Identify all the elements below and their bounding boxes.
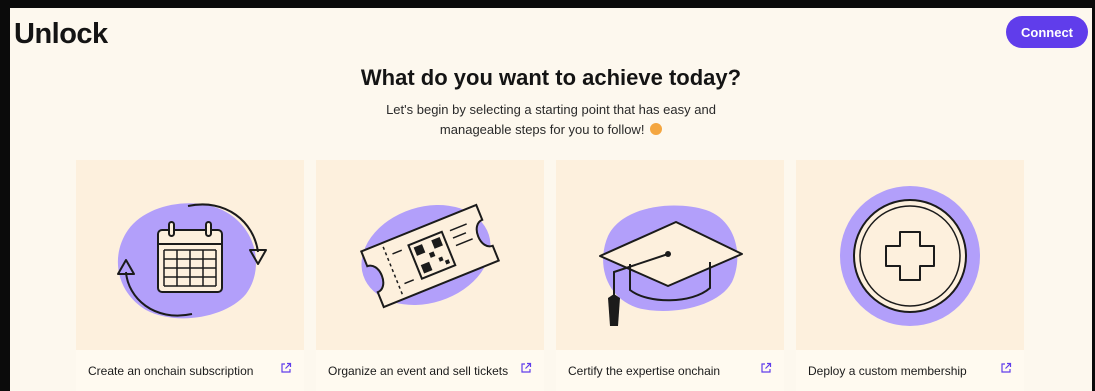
card-label: Create an onchain subscription bbox=[88, 364, 254, 378]
card-illustration bbox=[76, 160, 304, 346]
subtitle-line-2: manageable steps for you to follow! bbox=[439, 122, 645, 137]
page-subtitle: Let's begin by selecting a starting poin… bbox=[10, 100, 1092, 140]
plus-circle-icon bbox=[840, 186, 980, 326]
starting-point-cards: Create an onchain subscription Organize … bbox=[76, 160, 1026, 391]
smiling-face-icon bbox=[650, 123, 663, 135]
card-onchain-subscription[interactable]: Create an onchain subscription bbox=[76, 160, 304, 391]
connect-button[interactable]: Connect bbox=[1006, 16, 1088, 48]
graduation-cap-icon bbox=[599, 205, 743, 326]
app-frame: Unlock Connect What do you want to achie… bbox=[10, 8, 1092, 391]
subtitle-line-1: Let's begin by selecting a starting poin… bbox=[386, 102, 716, 117]
card-footer: Deploy a custom membership bbox=[796, 350, 1024, 391]
unlock-logo[interactable]: Unlock bbox=[14, 18, 108, 51]
card-illustration bbox=[556, 160, 784, 346]
page-title: What do you want to achieve today? bbox=[360, 65, 742, 90]
card-footer: Certify the expertise onchain bbox=[556, 350, 784, 391]
external-link-icon[interactable] bbox=[1000, 362, 1012, 374]
external-link-icon[interactable] bbox=[520, 362, 532, 374]
card-custom-membership[interactable]: Deploy a custom membership bbox=[796, 160, 1024, 391]
card-label: Organize an event and sell tickets bbox=[328, 364, 509, 378]
ticket-qr-icon bbox=[359, 203, 501, 309]
card-footer: Create an onchain subscription bbox=[76, 350, 304, 391]
external-link-icon[interactable] bbox=[760, 362, 772, 374]
card-event-tickets[interactable]: Organize an event and sell tickets bbox=[316, 160, 544, 391]
card-footer: Organize an event and sell tickets bbox=[316, 350, 544, 391]
external-link-icon[interactable] bbox=[280, 362, 292, 374]
card-label: Certify the expertise onchain bbox=[568, 364, 721, 378]
card-illustration bbox=[796, 160, 1024, 346]
card-illustration bbox=[316, 160, 544, 346]
card-certify-expertise[interactable]: Certify the expertise onchain bbox=[556, 160, 784, 391]
card-label: Deploy a custom membership bbox=[808, 364, 967, 378]
calendar-cycle-icon bbox=[117, 203, 267, 319]
